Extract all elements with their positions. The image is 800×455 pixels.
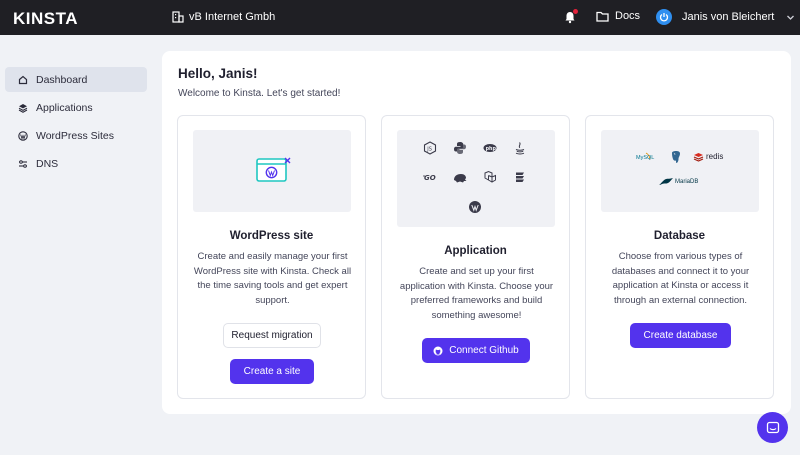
wordpress-icon: [18, 130, 28, 141]
user-name: Janis von Bleichert: [682, 11, 775, 23]
chat-icon: [766, 421, 779, 433]
button-label: Connect Github: [449, 345, 519, 356]
browser-wordpress-icon: [256, 157, 291, 182]
connect-github-button[interactable]: Connect Github: [422, 338, 530, 363]
svg-text:php: php: [486, 146, 497, 152]
application-card: JS php GO Application Create and set up …: [381, 115, 570, 399]
database-card: MySQL redis MariaDB Database Choose from…: [585, 115, 774, 399]
chevron-down-icon: [787, 15, 795, 20]
card-title: WordPress site: [229, 230, 314, 242]
sidebar-item-label: DNS: [36, 157, 59, 170]
power-icon: [659, 13, 669, 22]
page-title: Hello, Janis!: [178, 66, 258, 81]
frameworks-illustration: JS php GO: [397, 130, 555, 227]
nodejs-icon: JS: [423, 141, 437, 155]
docs-label: Docs: [615, 10, 641, 22]
go-icon: GO: [423, 174, 436, 182]
dns-icon: [19, 159, 27, 168]
sidebar: Dashboard Applications WordPress Sites D…: [0, 35, 155, 455]
postgresql-icon: [672, 151, 680, 163]
home-icon: [18, 75, 28, 84]
create-database-button[interactable]: Create database: [630, 323, 731, 348]
mysql-label: MySQL: [636, 155, 655, 161]
laravel-icon: [484, 170, 496, 183]
deno-icon: [454, 174, 467, 183]
dashboard-panel: Hello, Janis! Welcome to Kinsta. Let's g…: [162, 51, 791, 414]
mariadb-label: MariaDB: [675, 179, 699, 185]
request-migration-button[interactable]: Request migration: [223, 323, 321, 348]
create-site-button[interactable]: Create a site: [230, 359, 314, 384]
card-description: Choose from various types of databases a…: [611, 251, 750, 306]
avatar: [656, 9, 672, 25]
notification-dot: [573, 9, 578, 14]
sidebar-item-label: Dashboard: [36, 73, 88, 86]
card-description: Create and set up your first application…: [399, 266, 554, 321]
github-icon: [433, 346, 443, 355]
sidebar-item-label: WordPress Sites: [36, 129, 114, 142]
php-icon: php: [483, 144, 497, 152]
sidebar-item-applications[interactable]: Applications: [5, 95, 147, 120]
wordpress-site-card: WordPress site Create and easily manage …: [177, 115, 366, 399]
company-name: vB Internet Gmbh: [189, 11, 276, 23]
wordpress-framework-icon: [469, 201, 481, 213]
python-icon: [454, 142, 466, 154]
folder-icon: [596, 11, 609, 22]
building-icon: [172, 11, 184, 23]
sidebar-item-dashboard[interactable]: Dashboard: [5, 67, 147, 92]
card-description: Create and easily manage your first Word…: [193, 251, 352, 306]
top-bar: KINSTA vB Internet Gmbh Docs Janis von B…: [0, 0, 800, 35]
company-selector[interactable]: vB Internet Gmbh: [172, 11, 275, 23]
kinsta-logo[interactable]: KINSTA: [13, 9, 78, 29]
layers-icon: [18, 103, 28, 113]
wordpress-illustration: [193, 130, 351, 212]
mariadb-icon: [659, 178, 673, 185]
docs-link[interactable]: Docs: [596, 10, 640, 22]
sidebar-item-wordpress-sites[interactable]: WordPress Sites: [5, 123, 147, 148]
user-menu[interactable]: Janis von Bleichert: [656, 9, 795, 25]
java-icon: [515, 142, 525, 155]
sidebar-item-dns[interactable]: DNS: [5, 151, 147, 176]
redis-label: redis: [706, 152, 724, 161]
redis-icon: [693, 153, 704, 162]
svg-text:GO: GO: [424, 174, 436, 182]
welcome-text: Welcome to Kinsta. Let's get started!: [178, 88, 341, 99]
chat-launcher-button[interactable]: [757, 412, 788, 443]
svg-text:JS: JS: [426, 146, 432, 152]
symfony-icon: [516, 172, 524, 182]
card-title: Database: [653, 230, 706, 242]
databases-illustration: MySQL redis MariaDB: [601, 130, 759, 212]
card-title: Application: [444, 245, 507, 257]
sidebar-item-label: Applications: [36, 101, 93, 114]
